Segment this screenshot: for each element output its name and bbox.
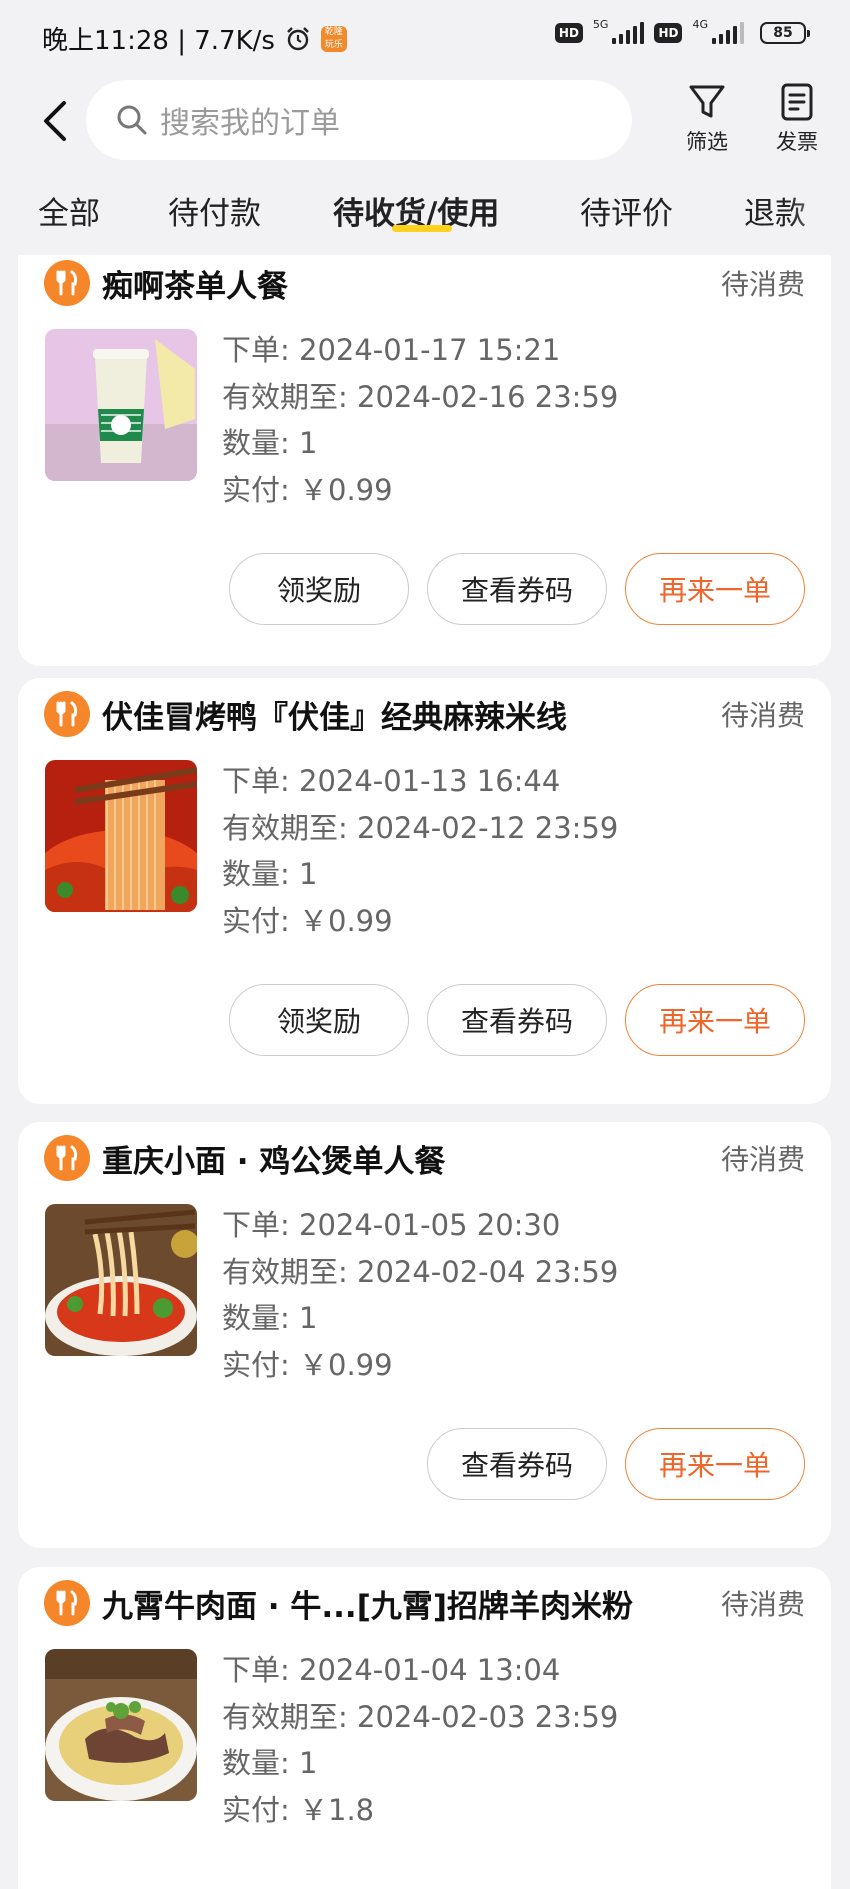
status-right: HD 5G HD 4G 85 — [554, 18, 810, 44]
restaurant-icon — [44, 260, 90, 306]
order-card[interactable]: 痴啊茶单人餐 待消费 下单: 2024-01-17 15:21 有效期至: 20… — [18, 255, 831, 666]
restaurant-icon — [44, 1580, 90, 1626]
card-actions: 领奖励 查看券码 再来一单 — [229, 553, 805, 625]
order-info: 下单: 2024-01-17 15:21 有效期至: 2024-02-16 23… — [222, 327, 618, 513]
hd-badge-2: HD — [654, 23, 683, 43]
paid-amount: 实付: ￥1.8 — [222, 1792, 375, 1827]
signal-strength-icon-2 — [712, 22, 744, 44]
filter-funnel-icon — [689, 85, 725, 118]
product-image-spicy-rice-noodles[interactable] — [45, 760, 197, 912]
order-info: 下单: 2024-01-05 20:30 有效期至: 2024-02-04 23… — [222, 1202, 618, 1388]
back-button[interactable] — [34, 96, 74, 146]
tab-pending-payment[interactable]: 待付款 — [168, 188, 261, 233]
view-coupon-code-button[interactable]: 查看券码 — [427, 1428, 607, 1500]
invoice-button[interactable]: 发票 — [762, 82, 832, 156]
order-info: 下单: 2024-01-04 13:04 有效期至: 2024-02-03 23… — [222, 1647, 618, 1833]
alarm-clock-icon — [287, 26, 309, 50]
order-info: 下单: 2024-01-13 16:44 有效期至: 2024-02-12 23… — [222, 758, 618, 944]
invoice-icon — [781, 83, 813, 121]
order-time: 下单: 2024-01-05 20:30 — [222, 1208, 561, 1242]
claim-reward-button[interactable]: 领奖励 — [229, 553, 409, 625]
status-bar: 晚上11:28 | 7.7K/s 乾隆 玩乐 HD 5G HD 4G 85 — [0, 0, 850, 76]
tabs-scroll-fade — [790, 170, 850, 250]
search-placeholder: 搜索我的订单 — [160, 106, 340, 141]
shop-name[interactable]: 九霄牛肉面 · 牛...[九霄]招牌羊肉米粉 — [102, 1581, 721, 1626]
order-time: 下单: 2024-01-04 13:04 — [222, 1653, 561, 1687]
paid-amount: 实付: ￥0.99 — [222, 903, 393, 938]
order-status: 待消费 — [720, 699, 805, 732]
order-status: 待消费 — [720, 1588, 805, 1621]
shop-name[interactable]: 伏佳冒烤鸭『伏佳』经典麻辣米线 — [102, 692, 721, 737]
network-type-label: 5G — [592, 17, 609, 31]
shop-name[interactable]: 痴啊茶单人餐 — [102, 261, 721, 306]
quantity: 数量: 1 — [222, 1746, 318, 1780]
restaurant-icon — [44, 1135, 90, 1181]
order-time: 下单: 2024-01-17 15:21 — [222, 333, 561, 367]
order-card[interactable]: 九霄牛肉面 · 牛...[九霄]招牌羊肉米粉 待消费 下单: 2024-01-0… — [18, 1567, 831, 1889]
view-coupon-code-button[interactable]: 查看券码 — [427, 553, 607, 625]
app-notification-icon: 乾隆 玩乐 — [320, 25, 347, 52]
tab-pending-review[interactable]: 待评价 — [580, 188, 673, 233]
status-left: 晚上11:28 | 7.7K/s 乾隆 玩乐 — [42, 20, 347, 57]
order-card[interactable]: 伏佳冒烤鸭『伏佳』经典麻辣米线 待消费 下单: 2024-01-13 16:44… — [18, 678, 831, 1104]
reorder-button[interactable]: 再来一单 — [625, 1428, 805, 1500]
tab-all[interactable]: 全部 — [38, 188, 100, 233]
card-header: 九霄牛肉面 · 牛...[九霄]招牌羊肉米粉 待消费 — [44, 1573, 805, 1633]
valid-until: 有效期至: 2024-02-16 23:59 — [222, 379, 619, 414]
order-status: 待消费 — [720, 1143, 805, 1176]
status-time: 晚上11:28 | 7.7K/s — [42, 26, 275, 56]
product-image-chongqing-noodles[interactable] — [45, 1204, 197, 1356]
filter-button[interactable]: 筛选 — [672, 82, 742, 156]
quantity: 数量: 1 — [222, 857, 318, 891]
paid-amount: 实付: ￥0.99 — [222, 1347, 393, 1382]
card-header: 重庆小面 · 鸡公煲单人餐 待消费 — [44, 1128, 805, 1188]
valid-until: 有效期至: 2024-02-04 23:59 — [222, 1254, 619, 1289]
active-tab-indicator — [392, 225, 452, 232]
view-coupon-code-button[interactable]: 查看券码 — [427, 984, 607, 1056]
order-time: 下单: 2024-01-13 16:44 — [222, 764, 561, 798]
product-image-milk-tea[interactable] — [45, 329, 197, 481]
battery-level: 85 — [773, 25, 793, 41]
valid-until: 有效期至: 2024-02-12 23:59 — [222, 810, 619, 845]
shop-name[interactable]: 重庆小面 · 鸡公煲单人餐 — [102, 1136, 721, 1181]
restaurant-icon — [44, 691, 90, 737]
card-header: 痴啊茶单人餐 待消费 — [44, 255, 805, 313]
order-status: 待消费 — [720, 268, 805, 301]
signal-strength-icon — [612, 22, 645, 44]
card-actions: 领奖励 查看券码 再来一单 — [229, 984, 805, 1056]
quantity: 数量: 1 — [222, 1301, 318, 1335]
battery-icon: 85 — [760, 22, 810, 44]
order-card[interactable]: 重庆小面 · 鸡公煲单人餐 待消费 下单: 2024-01-05 20:30 有… — [18, 1122, 831, 1548]
claim-reward-button[interactable]: 领奖励 — [229, 984, 409, 1056]
hd-badge: HD — [554, 23, 583, 43]
order-list[interactable]: 痴啊茶单人餐 待消费 下单: 2024-01-17 15:21 有效期至: 20… — [0, 255, 850, 1889]
card-actions: 查看券码 再来一单 — [427, 1428, 805, 1500]
product-image-lamb-rice-noodles[interactable] — [45, 1649, 197, 1801]
network-type-label-2: 4G — [692, 17, 708, 31]
search-icon — [117, 105, 147, 135]
valid-until: 有效期至: 2024-02-03 23:59 — [222, 1699, 619, 1734]
reorder-button[interactable]: 再来一单 — [625, 553, 805, 625]
reorder-button[interactable]: 再来一单 — [625, 984, 805, 1056]
order-tabs: 全部 待付款 待收货/使用 待评价 退款 — [0, 170, 850, 250]
quantity: 数量: 1 — [222, 426, 318, 460]
chevron-left-icon — [44, 101, 66, 141]
paid-amount: 实付: ￥0.99 — [222, 472, 393, 507]
search-input[interactable]: 搜索我的订单 — [86, 80, 632, 160]
filter-label: 筛选 — [686, 130, 728, 154]
card-header: 伏佳冒烤鸭『伏佳』经典麻辣米线 待消费 — [44, 684, 805, 744]
invoice-label: 发票 — [776, 130, 818, 154]
header: 搜索我的订单 筛选 发票 — [0, 76, 850, 166]
